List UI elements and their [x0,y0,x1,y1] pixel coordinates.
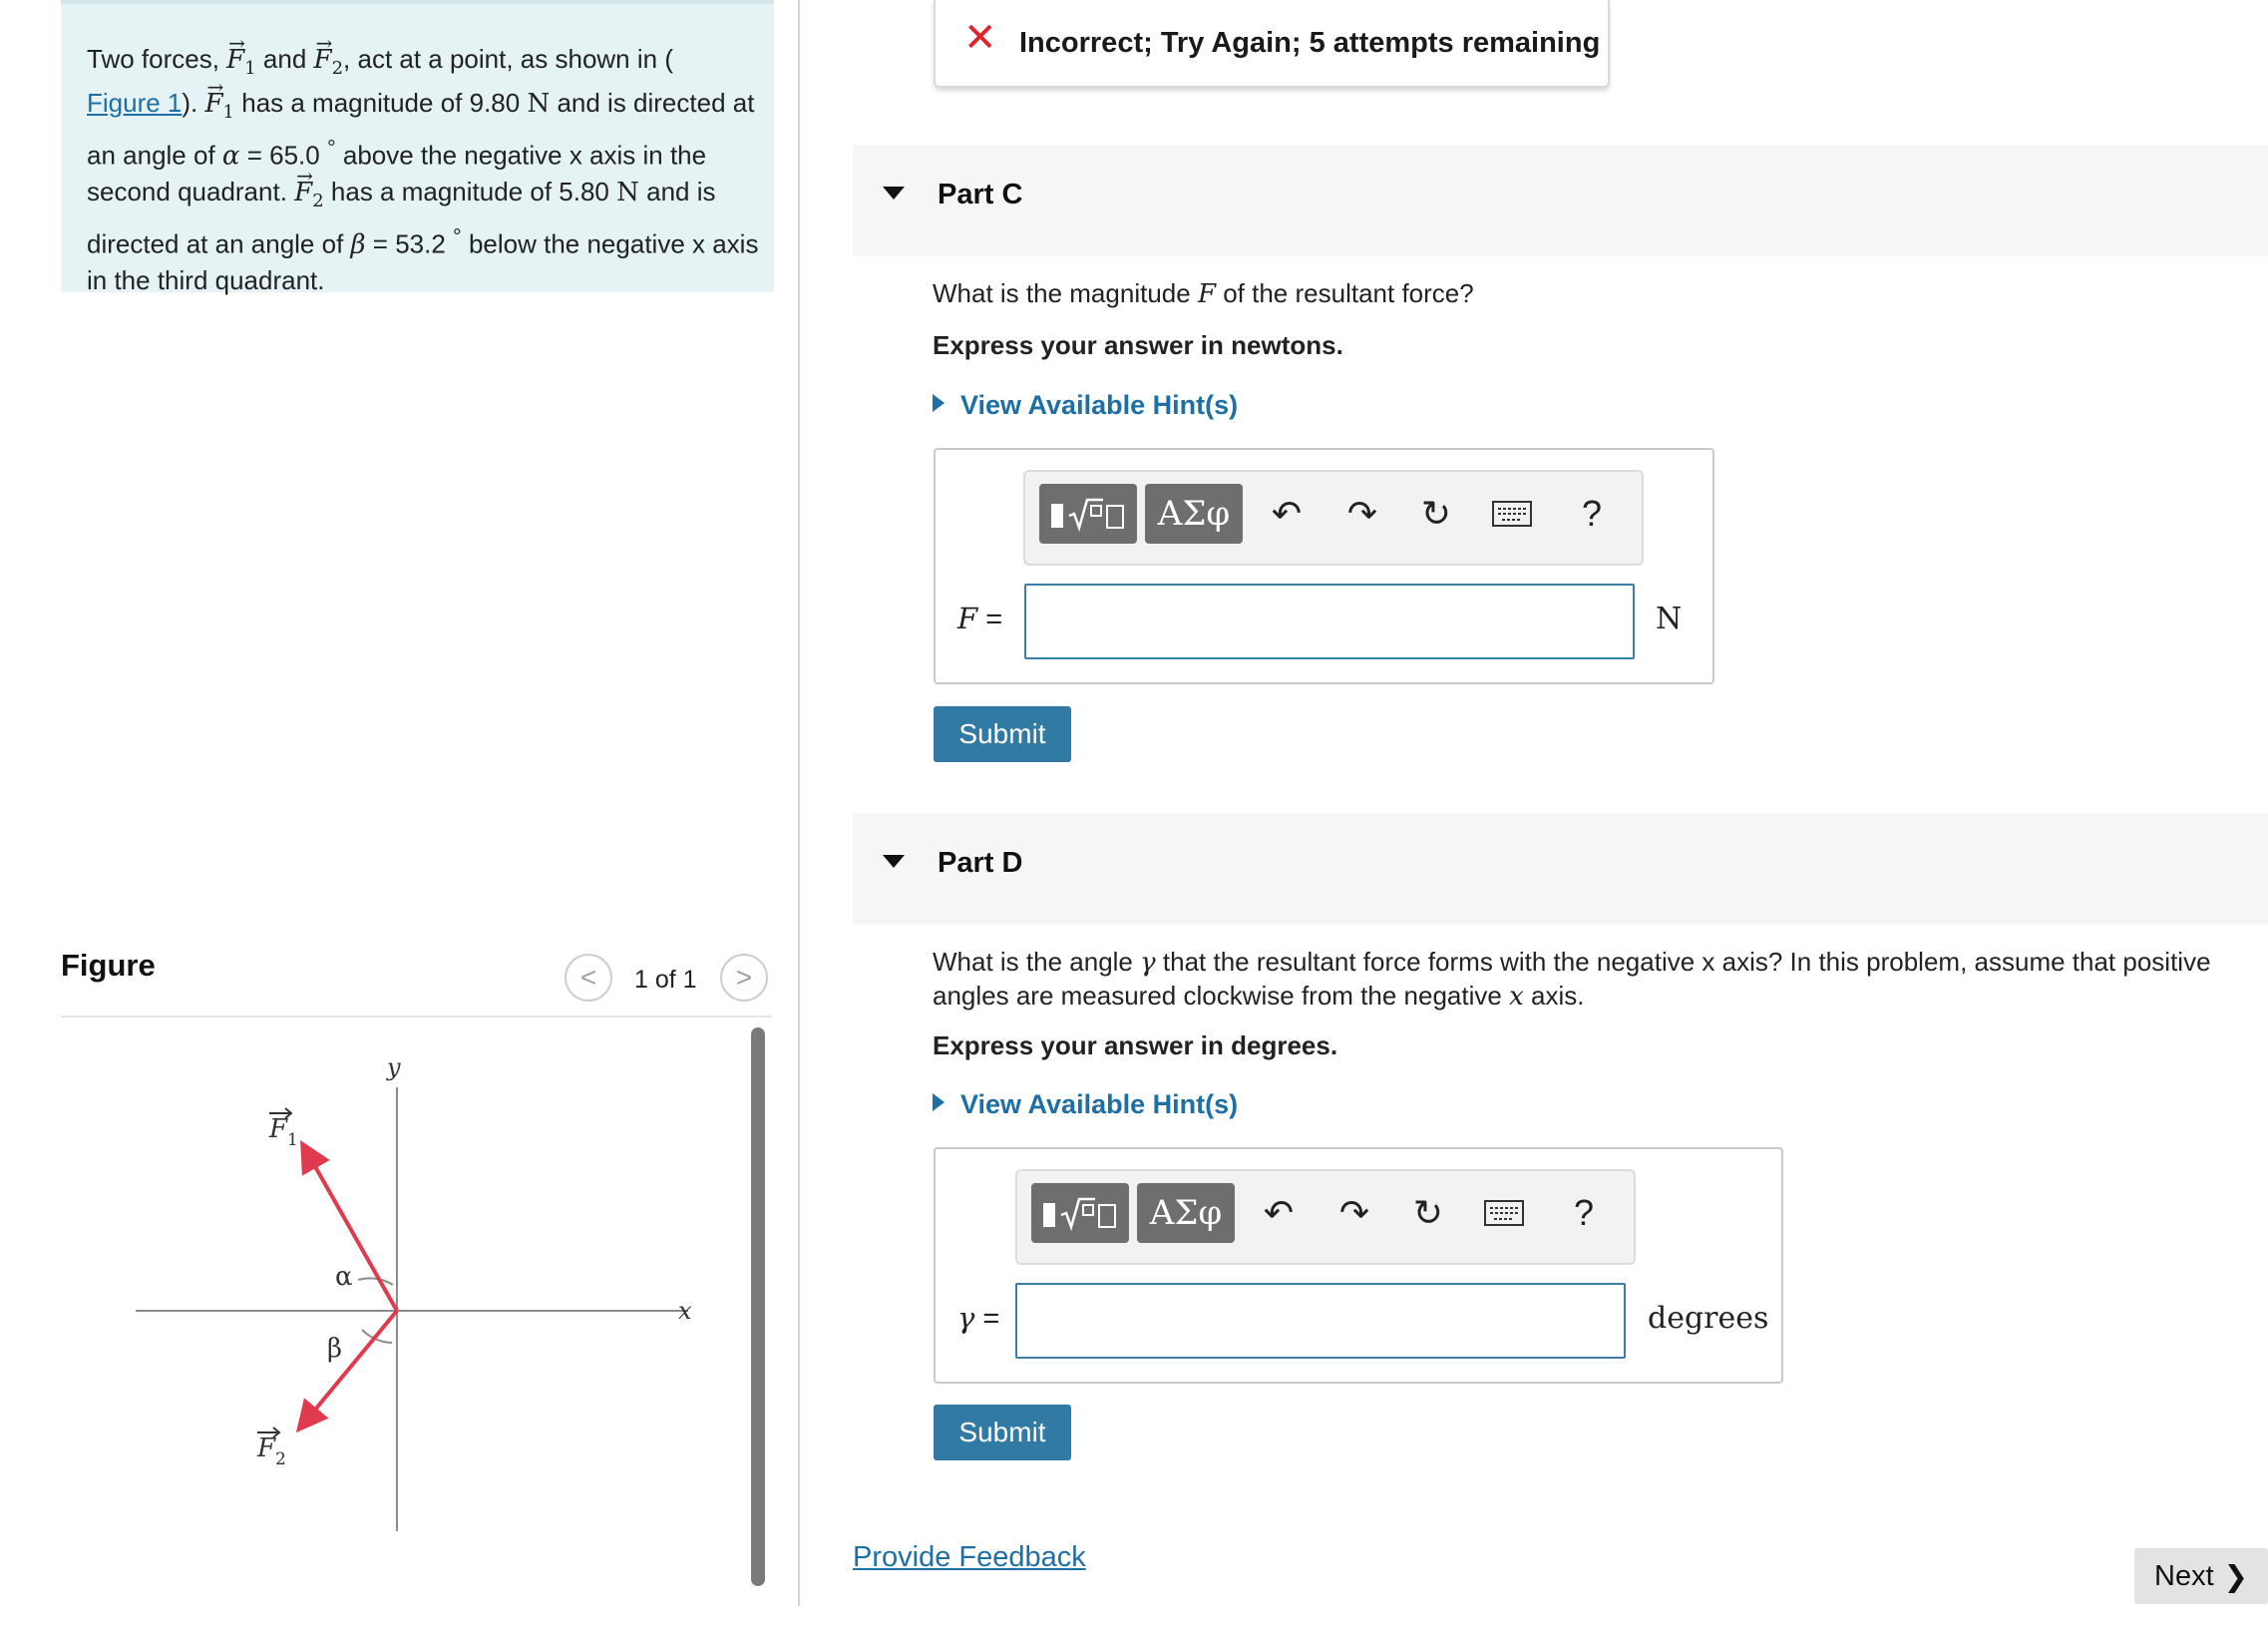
x-axis-label: x [678,1297,692,1325]
alpha-symbol: α [221,142,240,173]
part-c-title: Part C [938,179,1023,210]
beta-symbol: β [350,229,366,260]
templates-button[interactable] [1031,1183,1129,1243]
next-button[interactable]: Next ❯ [2134,1548,2268,1604]
svg-text:2: 2 [275,1449,286,1469]
part-d-header[interactable]: Part D [853,813,2268,925]
part-c-unit: N [1656,602,1683,636]
figure-pager-count: 1 of 1 [634,966,697,994]
panel-divider [798,0,800,1606]
part-c-answer-input[interactable] [1024,584,1635,659]
y-axis-label: y [386,1053,401,1081]
part-d-answer-box: ΑΣφ ↶ ↷ ↻ ? γ = degrees [934,1147,1783,1384]
f1-label: F 1 [268,1107,298,1150]
vector-f1: F1 [226,26,256,86]
figure-1-link[interactable]: Figure 1 [87,88,182,118]
figure-scrollbar[interactable] [751,1027,765,1586]
degree-symbol: ° [453,223,462,249]
part-d-instruction: Express your answer in degrees. [933,1030,1338,1060]
provide-feedback-link[interactable]: Provide Feedback [853,1541,1086,1574]
caret-right-icon [933,1093,945,1111]
f2-arrow [295,1309,399,1433]
part-c-hint-link[interactable]: View Available Hint(s) [933,390,1238,421]
help-icon[interactable]: ? [1562,1191,1606,1235]
part-d-question: What is the angle γ that the resultant f… [933,947,2211,1012]
part-c-question: What is the magnitude F of the resultant… [933,278,1474,309]
figure-heading: Figure [61,948,156,983]
part-d-hint-link[interactable]: View Available Hint(s) [933,1089,1238,1120]
undo-icon[interactable]: ↶ [1257,1191,1301,1235]
part-d-unit: degrees [1648,1301,1769,1336]
reset-icon[interactable]: ↻ [1406,1191,1450,1235]
figure-next-button[interactable]: > [720,954,768,1002]
alert-message: Incorrect; Try Again; 5 attempts remaini… [1019,27,1601,59]
caret-right-icon [933,394,945,412]
vector-f2: F2 [294,159,324,218]
caret-down-icon [883,855,905,868]
figure-separator [61,1016,771,1018]
alpha-label: α [335,1262,353,1292]
svg-text:1: 1 [287,1130,298,1150]
part-d-submit-button[interactable]: Submit [934,1405,1071,1460]
greek-symbols-button[interactable]: ΑΣφ [1145,484,1243,544]
beta-value: = 53.2 [372,228,446,259]
next-button-label: Next [2154,1559,2214,1592]
degree-symbol: ° [326,135,336,161]
close-x-icon: ✕ [963,16,997,60]
part-c-answer-box: ΑΣφ ↶ ↷ ↻ ? F = N [934,448,1714,684]
svg-text:F: F [268,1114,288,1144]
chevron-right-icon: ❯ [2223,1560,2248,1593]
part-d-answer-input[interactable] [1015,1283,1626,1359]
svg-text:F: F [256,1433,276,1463]
math-toolbar: ΑΣφ ↶ ↷ ↻ ? [1023,470,1644,566]
part-c-submit-button[interactable]: Submit [934,706,1071,762]
redo-icon[interactable]: ↷ [1332,1191,1376,1235]
part-c-header[interactable]: Part C [853,145,2268,256]
chevron-left-icon: < [579,962,597,993]
help-icon[interactable]: ? [1570,492,1614,536]
problem-text-act: , act at a point, as shown in ( [343,44,673,74]
greek-symbols-button[interactable]: ΑΣφ [1137,1183,1235,1243]
beta-label: β [327,1334,342,1364]
problem-text-and: and [262,44,307,74]
force-diagram: y x α β F 1 F 2 [136,1053,692,1531]
undo-icon[interactable]: ↶ [1265,492,1309,536]
f1-magnitude-text: has a magnitude of 9.80 [241,88,521,119]
alpha-arc [357,1277,394,1286]
problem-statement-text: Two forces, F1 and F2, act at a point, a… [87,26,765,298]
part-d-title: Part D [938,847,1023,879]
f2-label: F 2 [256,1427,286,1469]
vector-f2: F2 [314,26,344,86]
keyboard-icon[interactable] [1482,1191,1526,1235]
problem-text-intro: Two forces, [87,44,219,74]
math-toolbar: ΑΣφ ↶ ↷ ↻ ? [1015,1169,1636,1265]
vector-f1: F1 [205,70,235,130]
problem-text-sep: ). [182,88,205,119]
unit-newton: N [616,178,639,208]
unit-newton: N [527,89,551,120]
chevron-right-icon: > [735,962,753,993]
templates-icon [1043,1197,1116,1232]
figure-prev-button[interactable]: < [565,954,612,1002]
templates-icon [1051,498,1124,533]
reset-icon[interactable]: ↻ [1414,492,1458,536]
keyboard-icon[interactable] [1490,492,1534,536]
redo-icon[interactable]: ↷ [1340,492,1384,536]
part-d-answer-label: γ = [957,1301,1000,1335]
f2-magnitude-text: has a magnitude of 5.80 [330,177,609,207]
templates-button[interactable] [1039,484,1137,544]
part-c-answer-label: F = [957,602,1003,635]
incorrect-alert: ✕ Incorrect; Try Again; 5 attempts remai… [934,0,1610,88]
caret-down-icon [883,187,905,200]
part-c-instruction: Express your answer in newtons. [933,330,1343,360]
